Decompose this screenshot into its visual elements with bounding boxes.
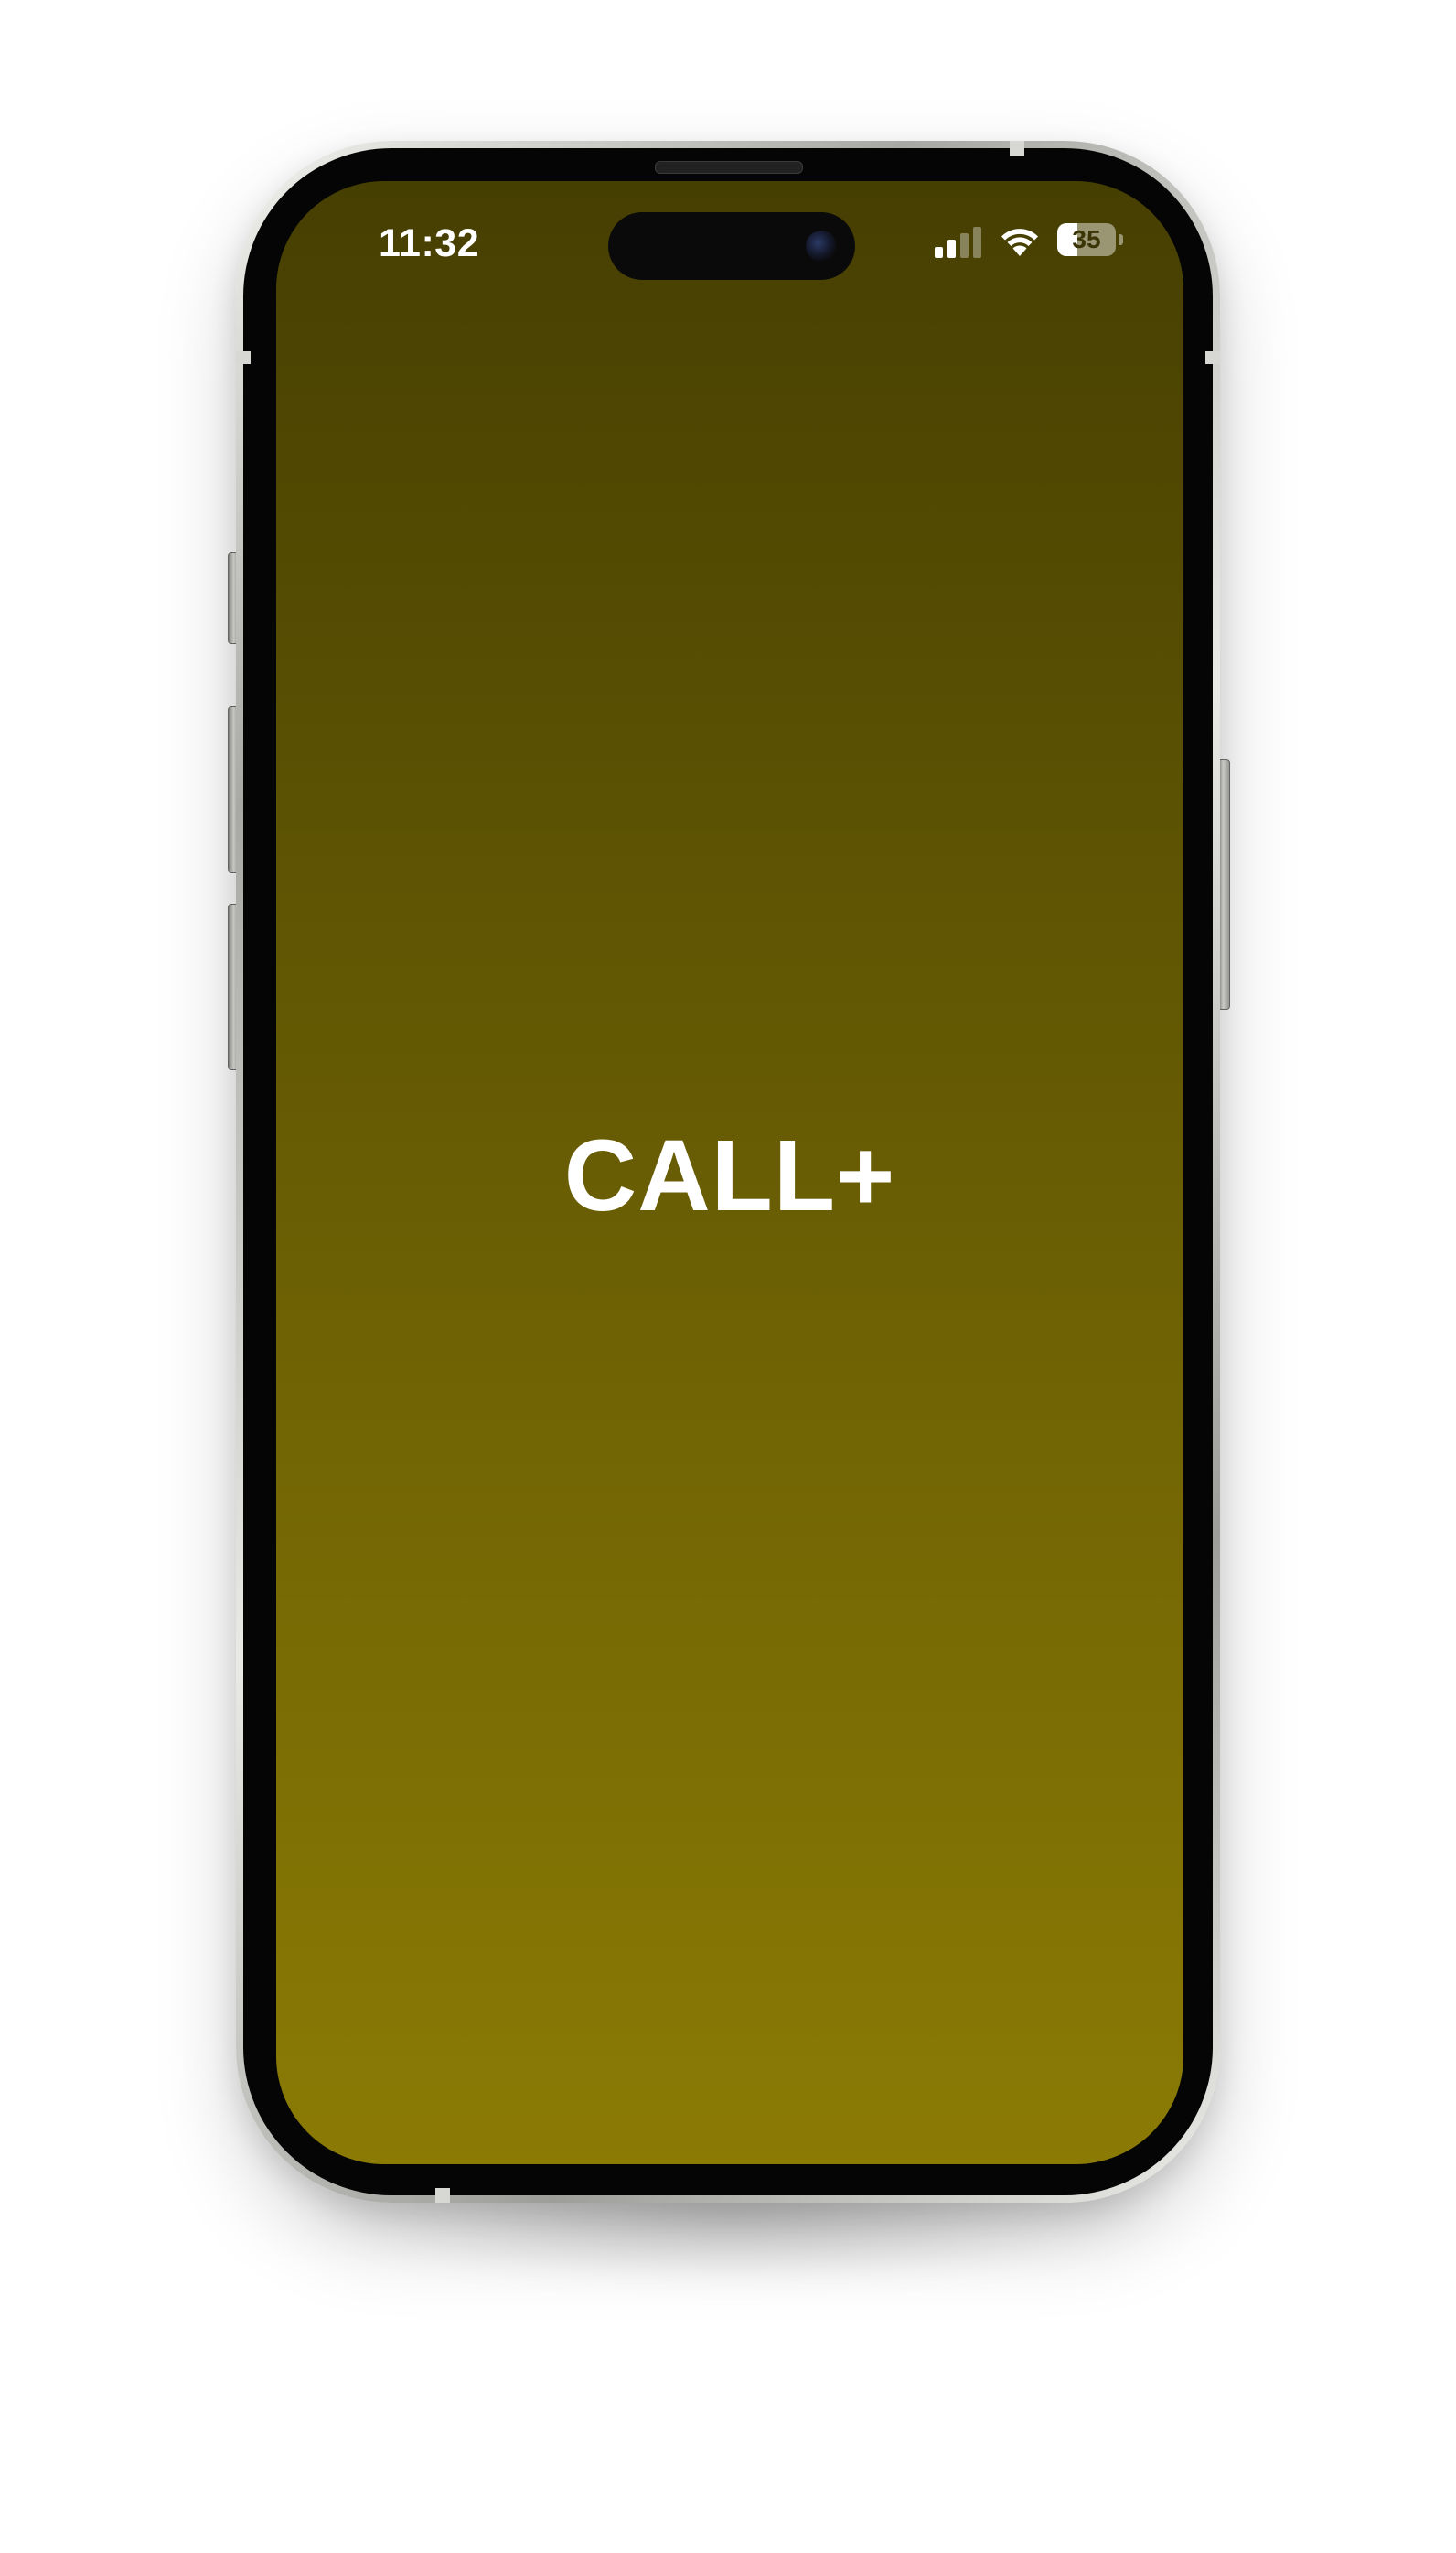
app-logo-text: CALL+ bbox=[563, 1120, 896, 1232]
dynamic-island bbox=[608, 212, 855, 280]
signal-bar-4 bbox=[973, 227, 981, 258]
signal-bar-1 bbox=[935, 247, 943, 258]
earpiece-speaker bbox=[655, 161, 803, 174]
device-mockup: 11:32 35 CALL+ bbox=[0, 0, 1456, 2553]
front-camera-icon bbox=[806, 231, 837, 262]
wifi-icon bbox=[1001, 229, 1038, 256]
status-bar: 11:32 35 bbox=[276, 181, 1183, 300]
status-time: 11:32 bbox=[379, 221, 480, 265]
battery-body: 35 bbox=[1057, 223, 1116, 256]
battery-tip bbox=[1119, 234, 1123, 245]
antenna-band-bottom bbox=[435, 2188, 450, 2203]
antenna-band-top bbox=[1010, 141, 1024, 156]
splash-screen: 11:32 35 CALL+ bbox=[276, 181, 1183, 2164]
antenna-band-left bbox=[236, 351, 251, 364]
signal-bars-icon bbox=[935, 227, 981, 258]
signal-bar-2 bbox=[947, 240, 956, 258]
battery-icon: 35 bbox=[1057, 223, 1123, 258]
battery-percentage: 35 bbox=[1072, 225, 1101, 253]
antenna-band-right bbox=[1205, 351, 1220, 364]
signal-bar-3 bbox=[960, 233, 969, 258]
